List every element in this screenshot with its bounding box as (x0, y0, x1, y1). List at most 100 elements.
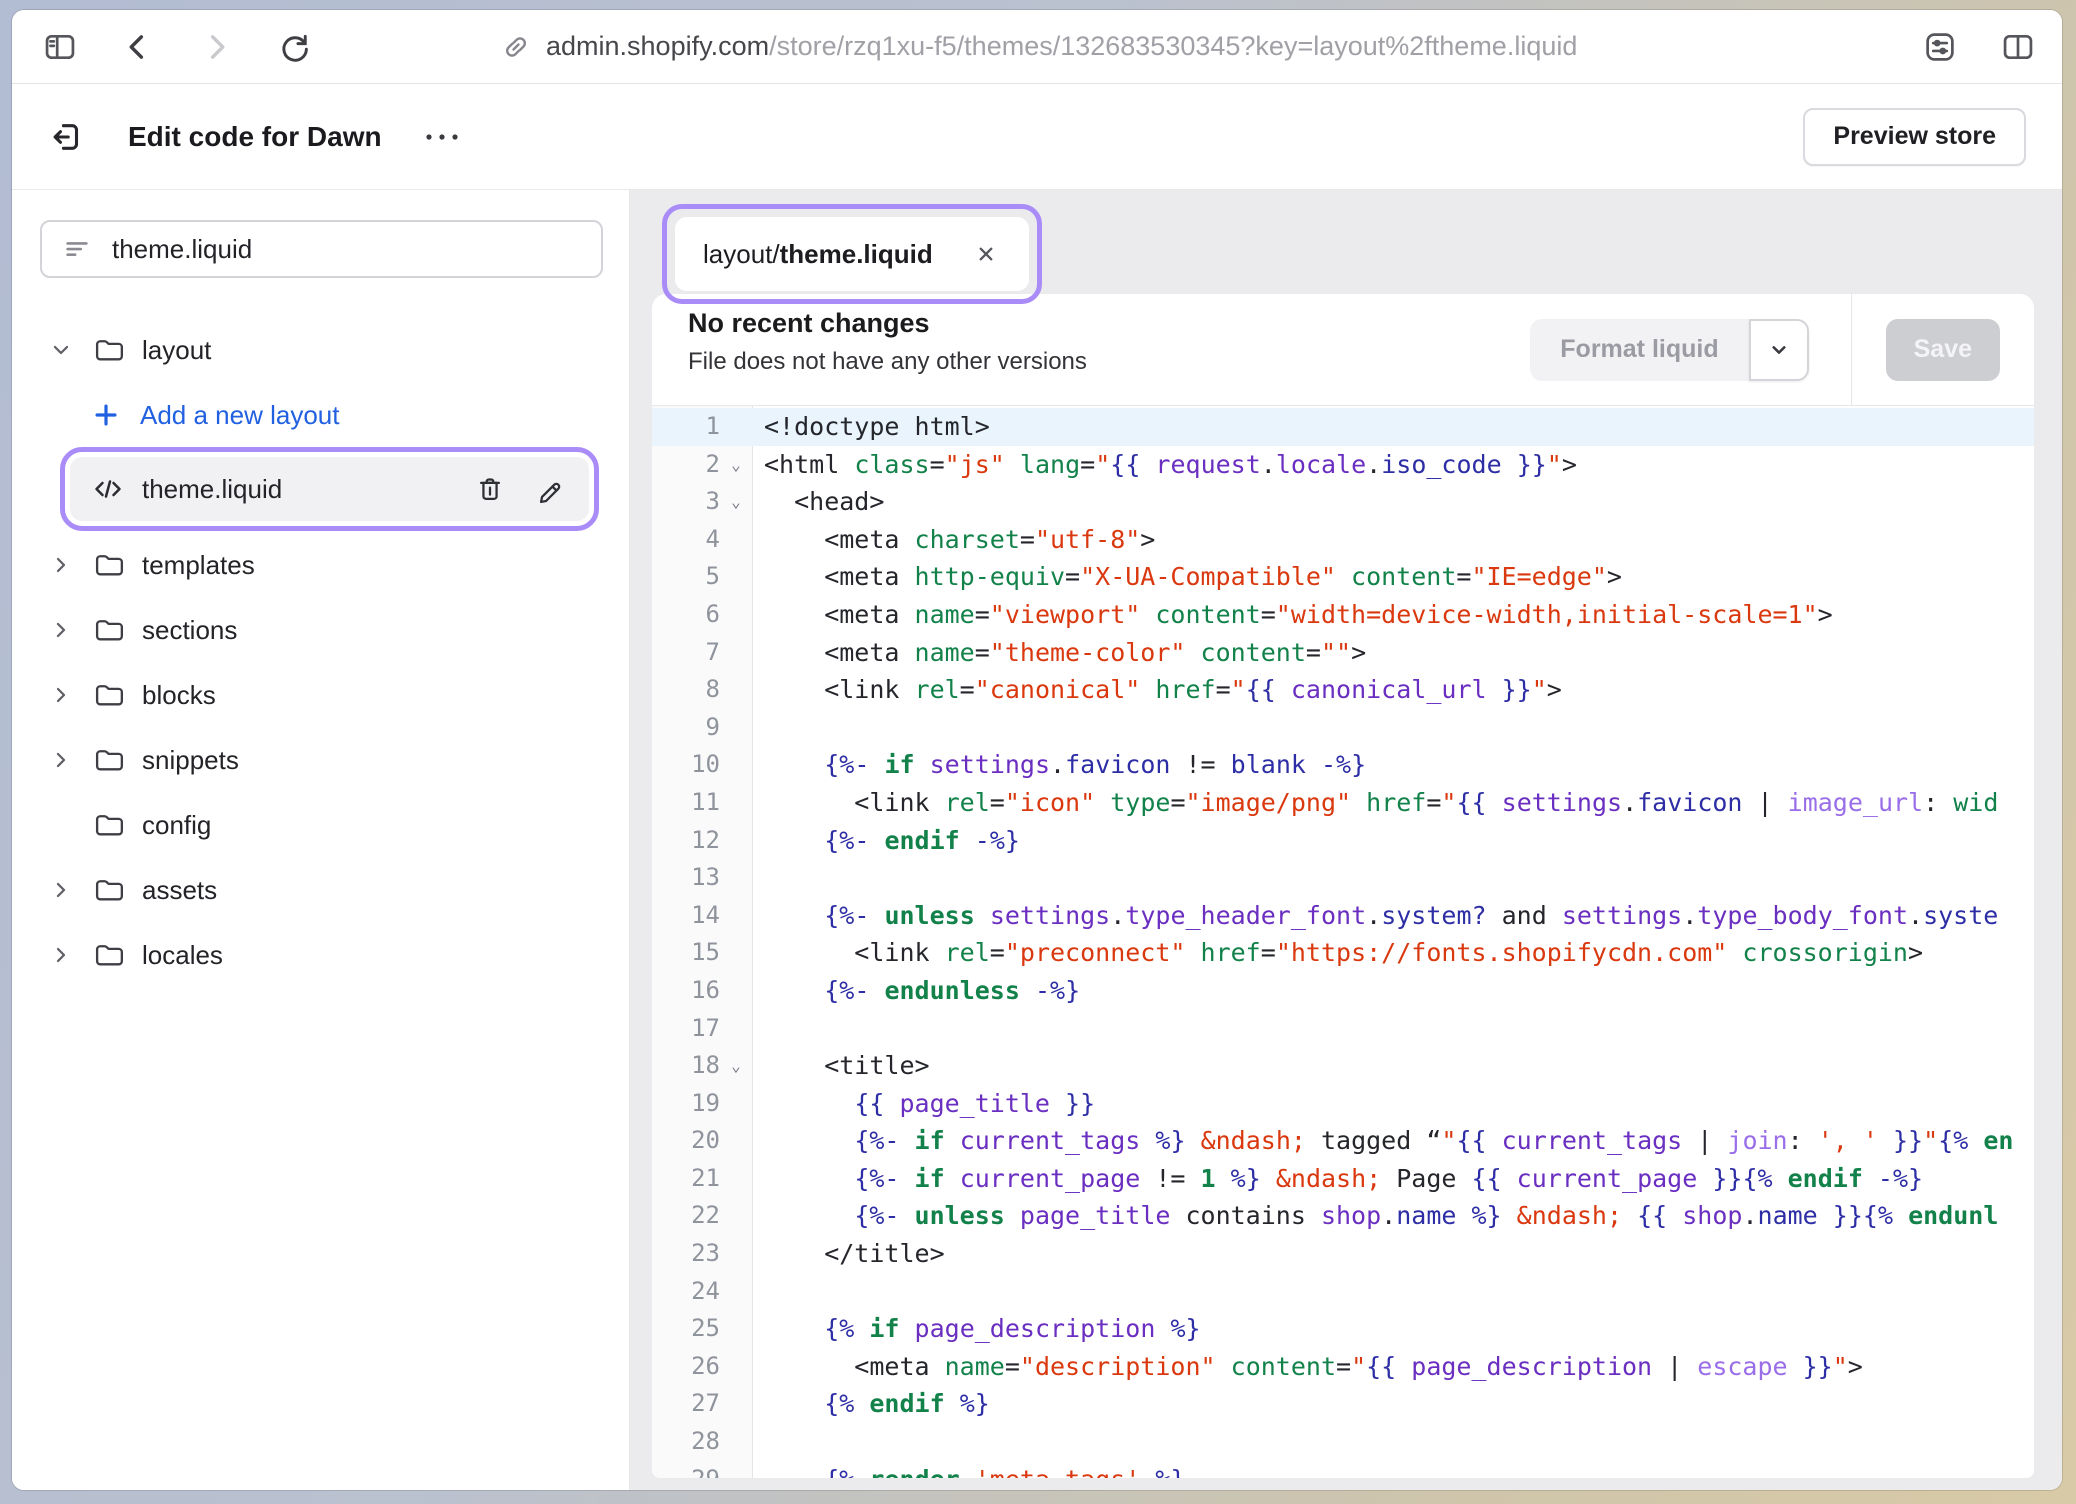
more-actions-icon[interactable] (422, 130, 462, 144)
pencil-icon[interactable] (535, 474, 565, 504)
code-line-18[interactable]: 18⌄ <title> (652, 1047, 2034, 1085)
code-line-7[interactable]: 7 <meta name="theme-color" content=""> (652, 634, 2034, 672)
url-bar[interactable]: admin.shopify.com/store/rzq1xu-f5/themes… (500, 31, 1892, 63)
code-line-24[interactable]: 24 (652, 1273, 2034, 1311)
code-line-text: {% render 'meta-tags' %} (752, 1461, 2034, 1478)
code-line-text: {{ page_title }} (752, 1085, 2034, 1123)
code-line-4[interactable]: 4 <meta charset="utf-8"> (652, 521, 2034, 559)
browser-window: admin.shopify.com/store/rzq1xu-f5/themes… (12, 10, 2062, 1490)
file-search-box[interactable] (40, 220, 603, 278)
code-line-13[interactable]: 13 (652, 859, 2034, 897)
code-line-25[interactable]: 25 {% if page_description %} (652, 1310, 2034, 1348)
line-number: 25 (652, 1310, 720, 1348)
code-line-20[interactable]: 20 {%- if current_tags %} &ndash; tagged… (652, 1122, 2034, 1160)
code-line-text (752, 1273, 2034, 1311)
line-number: 9 (652, 709, 720, 747)
folder-icon (92, 549, 124, 581)
reload-button[interactable] (272, 25, 316, 69)
tab-theme-liquid[interactable]: layout/theme.liquid (675, 217, 1029, 291)
fold-spacer (720, 671, 752, 709)
sidebar-item-layout[interactable]: layout (40, 324, 603, 376)
fold-icon[interactable]: ⌄ (720, 446, 752, 484)
forward-button[interactable] (194, 25, 238, 69)
fold-icon[interactable]: ⌄ (720, 483, 752, 521)
exit-icon[interactable] (48, 118, 86, 156)
code-line-text: <meta charset="utf-8"> (752, 521, 2034, 559)
folder-icon (92, 744, 124, 776)
code-line-16[interactable]: 16 {%- endunless -%} (652, 972, 2034, 1010)
header-divider (1851, 294, 1852, 405)
line-number: 24 (652, 1273, 720, 1311)
line-number: 2 (652, 446, 720, 484)
sidebar-item-templates[interactable]: templates (40, 539, 603, 591)
fold-spacer (720, 1085, 752, 1123)
close-icon[interactable] (973, 241, 999, 267)
code-line-17[interactable]: 17 (652, 1010, 2034, 1048)
fold-icon[interactable]: ⌄ (720, 1047, 752, 1085)
chevron-right-icon[interactable] (48, 943, 74, 967)
chevron-right-icon[interactable] (48, 878, 74, 902)
trash-icon[interactable] (475, 474, 505, 504)
fold-spacer (720, 784, 752, 822)
folder-icon (92, 614, 124, 646)
code-line-21[interactable]: 21 {%- if current_page != 1 %} &ndash; P… (652, 1160, 2034, 1198)
code-line-text: <link rel="preconnect" href="https://fon… (752, 934, 2034, 972)
chevron-right-icon[interactable] (48, 748, 74, 772)
code-line-11[interactable]: 11 <link rel="icon" type="image/png" hre… (652, 784, 2034, 822)
sidebar-item-snippets[interactable]: snippets (40, 734, 603, 786)
line-number: 13 (652, 859, 720, 897)
code-line-22[interactable]: 22 {%- unless page_title contains shop.n… (652, 1197, 2034, 1235)
code-editor[interactable]: 1<!doctype html>2⌄<html class="js" lang=… (652, 406, 2034, 1478)
chevron-right-icon[interactable] (48, 683, 74, 707)
code-line-23[interactable]: 23 </title> (652, 1235, 2034, 1273)
line-number: 17 (652, 1010, 720, 1048)
sidebar-item-locales[interactable]: locales (40, 929, 603, 981)
line-number: 18 (652, 1047, 720, 1085)
code-line-27[interactable]: 27 {% endif %} (652, 1385, 2034, 1423)
sidebar-item-assets[interactable]: assets (40, 864, 603, 916)
sidebar-item-theme-liquid[interactable]: theme.liquid (70, 457, 589, 521)
code-line-14[interactable]: 14 {%- unless settings.type_header_font.… (652, 897, 2034, 935)
split-view-icon[interactable] (2000, 29, 2036, 65)
sidebar-item-blocks[interactable]: blocks (40, 669, 603, 721)
code-line-29[interactable]: 29 {% render 'meta-tags' %} (652, 1461, 2034, 1478)
line-number: 10 (652, 746, 720, 784)
code-line-8[interactable]: 8 <link rel="canonical" href="{{ canonic… (652, 671, 2034, 709)
code-line-12[interactable]: 12 {%- endif -%} (652, 822, 2034, 860)
editor-panel: No recent changes File does not have any… (652, 294, 2034, 1478)
fold-spacer (720, 746, 752, 784)
code-line-text (752, 1010, 2034, 1048)
code-line-10[interactable]: 10 {%- if settings.favicon != blank -%} (652, 746, 2034, 784)
sidebar-item-sections[interactable]: sections (40, 604, 603, 656)
code-line-text: <link rel="canonical" href="{{ canonical… (752, 671, 2034, 709)
code-line-text (752, 859, 2034, 897)
sidebar-item-config[interactable]: config (40, 799, 603, 851)
code-line-26[interactable]: 26 <meta name="description" content="{{ … (652, 1348, 2034, 1386)
code-line-19[interactable]: 19 {{ page_title }} (652, 1085, 2034, 1123)
code-icon (92, 473, 124, 505)
format-liquid-button[interactable]: Format liquid (1530, 319, 1748, 381)
browser-settings-icon[interactable] (1922, 29, 1958, 65)
file-sidebar: layout Add a new layout theme.liquid templa… (12, 190, 630, 1490)
fold-spacer (720, 408, 752, 446)
fold-spacer (720, 859, 752, 897)
code-line-9[interactable]: 9 (652, 709, 2034, 747)
preview-store-button[interactable]: Preview store (1803, 108, 2026, 166)
sidebar-toggle-icon[interactable] (38, 25, 82, 69)
code-line-text: {% if page_description %} (752, 1310, 2034, 1348)
chevron-right-icon[interactable] (48, 553, 74, 577)
search-input[interactable] (110, 233, 581, 266)
code-line-3[interactable]: 3⌄ <head> (652, 483, 2034, 521)
sidebar-item-add-a-new-layout[interactable]: Add a new layout (82, 389, 603, 441)
chevron-right-icon[interactable] (48, 618, 74, 642)
code-line-1[interactable]: 1<!doctype html> (652, 408, 2034, 446)
code-line-2[interactable]: 2⌄<html class="js" lang="{{ request.loca… (652, 446, 2034, 484)
chevron-down-icon (1765, 336, 1793, 364)
code-line-5[interactable]: 5 <meta http-equiv="X-UA-Compatible" con… (652, 558, 2034, 596)
code-line-15[interactable]: 15 <link rel="preconnect" href="https://… (652, 934, 2034, 972)
code-line-6[interactable]: 6 <meta name="viewport" content="width=d… (652, 596, 2034, 634)
code-line-28[interactable]: 28 (652, 1423, 2034, 1461)
format-liquid-caret[interactable] (1749, 319, 1809, 381)
back-button[interactable] (116, 25, 160, 69)
chevron-down-icon[interactable] (48, 338, 74, 362)
